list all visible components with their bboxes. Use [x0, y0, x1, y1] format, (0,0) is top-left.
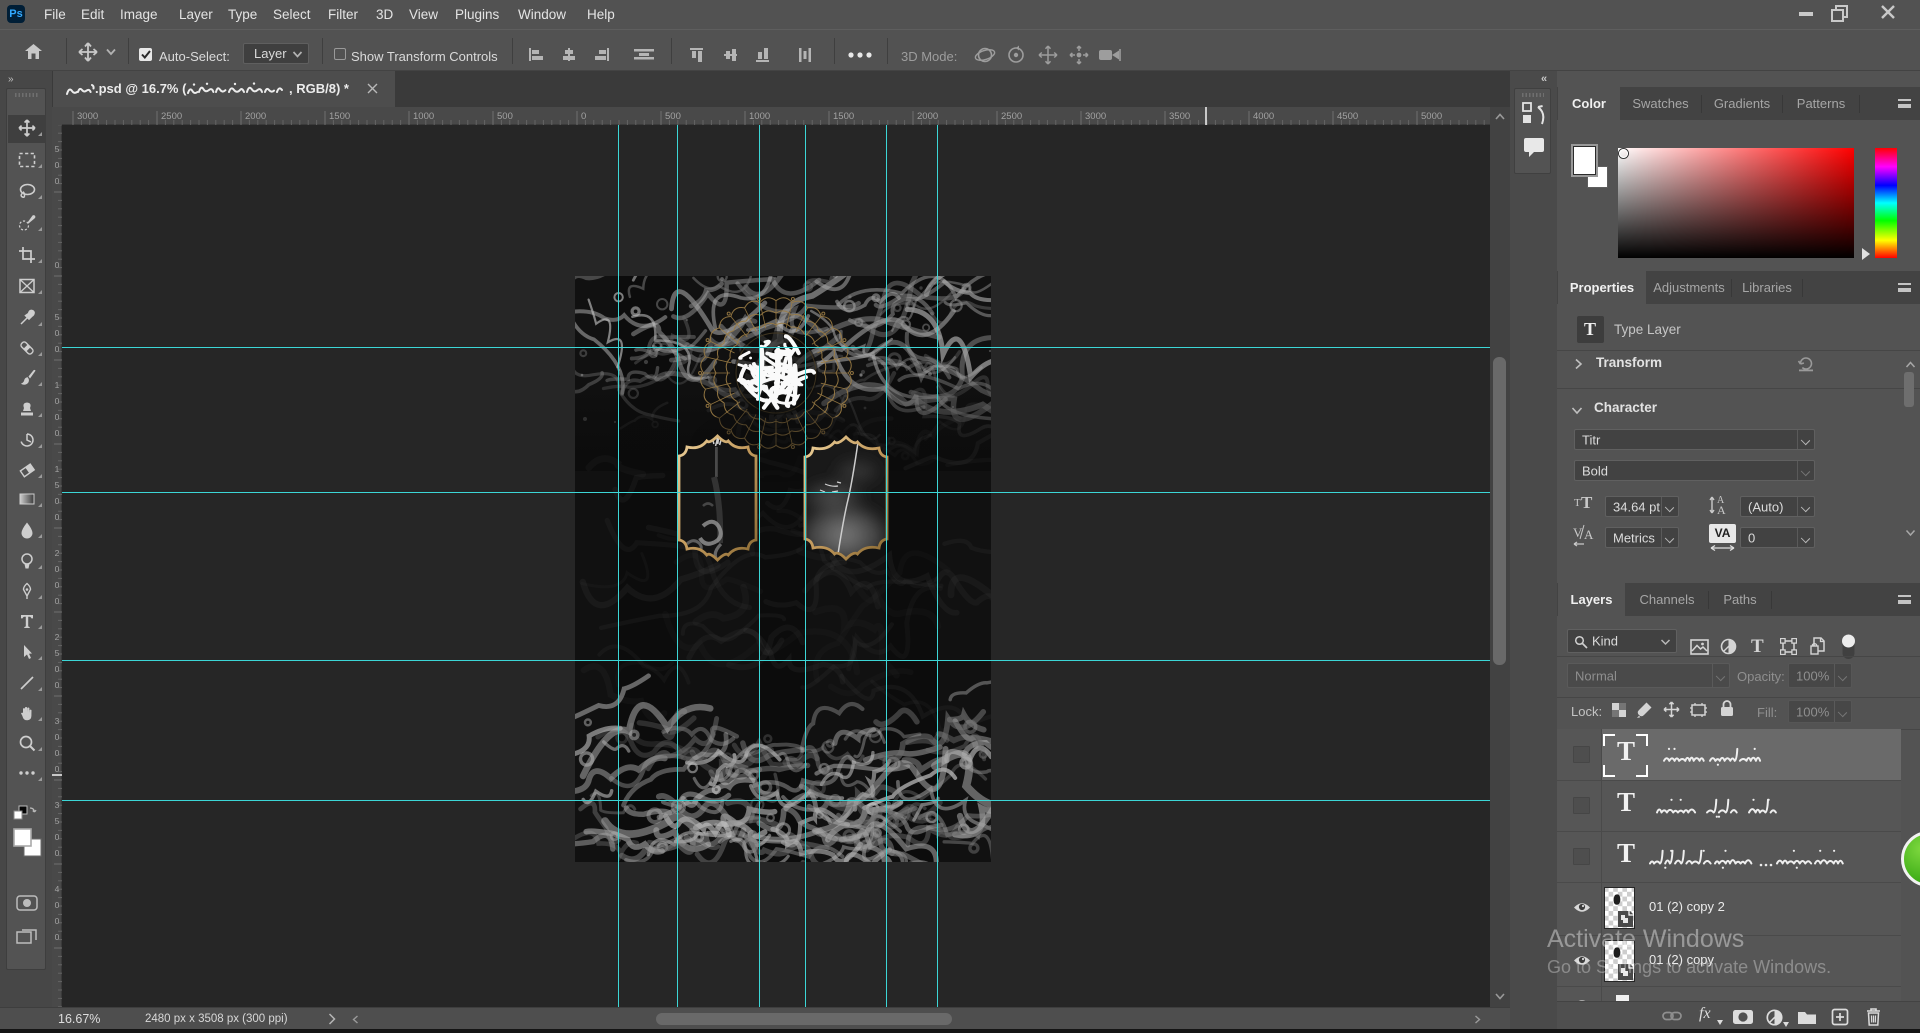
svg-text:2500: 2500 — [1001, 111, 1022, 122]
svg-text:0: 0 — [55, 580, 60, 590]
svg-text:0: 0 — [55, 900, 60, 910]
svg-text:5: 5 — [55, 648, 60, 658]
svg-text:3500: 3500 — [1169, 111, 1190, 122]
svg-text:A: A — [1584, 527, 1594, 542]
svg-text:0: 0 — [55, 732, 60, 742]
svg-text:1: 1 — [55, 464, 60, 474]
svg-text:0: 0 — [55, 328, 60, 338]
svg-text:1000: 1000 — [413, 111, 434, 122]
svg-text:0: 0 — [55, 512, 60, 522]
svg-text:0: 0 — [55, 176, 60, 186]
svg-text:0: 0 — [55, 916, 60, 926]
svg-text:3000: 3000 — [1085, 111, 1106, 122]
svg-text:2500: 2500 — [161, 111, 182, 122]
svg-text:0: 0 — [55, 344, 60, 354]
svg-text:5: 5 — [55, 312, 60, 322]
svg-text:2000: 2000 — [917, 111, 938, 122]
svg-text:0: 0 — [55, 832, 60, 842]
svg-text:0: 0 — [55, 848, 60, 858]
svg-text:0: 0 — [55, 564, 60, 574]
svg-text:3000: 3000 — [77, 111, 98, 122]
svg-text:5: 5 — [55, 144, 60, 154]
svg-text:4500: 4500 — [1337, 111, 1358, 122]
svg-text:A: A — [1717, 503, 1726, 517]
svg-text:5: 5 — [55, 480, 60, 490]
svg-text:0: 0 — [55, 428, 60, 438]
svg-text:0: 0 — [55, 596, 60, 606]
svg-text:0: 0 — [55, 664, 60, 674]
svg-text:4: 4 — [55, 884, 60, 894]
svg-text:2: 2 — [55, 548, 60, 558]
svg-text:1500: 1500 — [833, 111, 854, 122]
svg-text:500: 500 — [665, 111, 681, 122]
svg-text:0: 0 — [55, 160, 60, 170]
svg-text:0: 0 — [55, 496, 60, 506]
svg-text:3: 3 — [55, 716, 60, 726]
svg-text:5: 5 — [55, 816, 60, 826]
svg-text:500: 500 — [497, 111, 513, 122]
svg-text:1: 1 — [55, 380, 60, 390]
svg-text:3: 3 — [55, 800, 60, 810]
svg-text:1500: 1500 — [329, 111, 350, 122]
svg-text:0: 0 — [55, 396, 60, 406]
svg-text:0: 0 — [55, 680, 60, 690]
svg-text:0: 0 — [55, 260, 60, 270]
svg-text:2: 2 — [55, 632, 60, 642]
svg-text:0: 0 — [55, 412, 60, 422]
svg-text:0: 0 — [55, 748, 60, 758]
svg-text:0: 0 — [55, 932, 60, 942]
svg-text:0: 0 — [55, 764, 60, 774]
svg-text:2000: 2000 — [245, 111, 266, 122]
svg-text:0: 0 — [581, 111, 586, 122]
svg-text:1000: 1000 — [749, 111, 770, 122]
svg-text:4000: 4000 — [1253, 111, 1274, 122]
svg-text:5000: 5000 — [1421, 111, 1442, 122]
